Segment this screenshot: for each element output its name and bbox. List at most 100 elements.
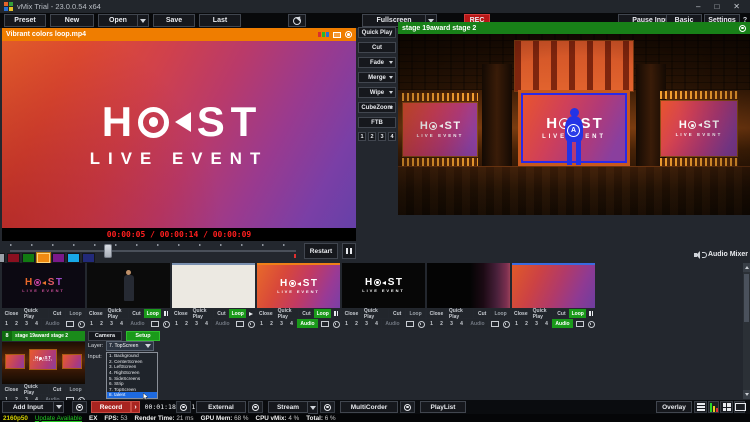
input-audio-button[interactable]: Audio: [42, 319, 63, 328]
monitor-icon[interactable]: [64, 319, 74, 328]
gear-icon[interactable]: [739, 25, 746, 32]
input-number-3[interactable]: 3: [22, 319, 31, 328]
gear-icon[interactable]: [500, 319, 510, 328]
scrollbar-thumb[interactable]: [744, 274, 749, 322]
input-close-button[interactable]: Close: [172, 309, 190, 318]
scroll-up-arrow[interactable]: [743, 263, 750, 272]
merge-button[interactable]: Merge: [358, 72, 396, 83]
input-close-button[interactable]: Close: [342, 309, 361, 318]
gear-icon[interactable]: [330, 319, 340, 328]
multicorder-button[interactable]: MultiCorder: [340, 401, 398, 413]
gear-icon[interactable]: [75, 319, 85, 328]
input-number-1[interactable]: 1: [342, 319, 351, 328]
preset-button[interactable]: Preset: [4, 14, 46, 27]
playlist-button[interactable]: PlayList: [420, 401, 466, 413]
input-close-button[interactable]: Close: [427, 309, 446, 318]
monitor-icon[interactable]: [319, 319, 329, 328]
input-loop-button[interactable]: Loop: [491, 309, 510, 318]
stream-dropdown-arrow[interactable]: [308, 401, 318, 414]
audio-meter-button[interactable]: [708, 401, 719, 413]
input-number-4[interactable]: 4: [287, 319, 296, 328]
input-cut-button[interactable]: Cut: [299, 309, 313, 318]
input-thumbnail[interactable]: HSTLIVE EVENT: [342, 263, 425, 308]
gear-icon[interactable]: [245, 319, 255, 328]
color-swatch[interactable]: [67, 253, 80, 263]
input-number-3[interactable]: 3: [107, 319, 116, 328]
slider-handle[interactable]: [104, 244, 112, 258]
external-display-button[interactable]: [734, 401, 745, 413]
cubezoom-button[interactable]: CubeZoom: [358, 102, 396, 113]
restart-button[interactable]: Restart: [304, 243, 338, 259]
overlay-2-button[interactable]: 2: [368, 132, 376, 141]
inputs-scrollbar[interactable]: [743, 263, 750, 399]
input-number-1[interactable]: 1: [257, 319, 266, 328]
input-number-2[interactable]: 2: [352, 319, 361, 328]
input-cut-button[interactable]: Cut: [49, 309, 65, 318]
input-quickplay-button[interactable]: Quick Play: [106, 309, 129, 318]
monitor-icon[interactable]: [234, 319, 244, 328]
overlay-4-button[interactable]: 4: [388, 132, 396, 141]
input-quickplay-button[interactable]: Quick Play: [276, 309, 299, 318]
monitor-icon[interactable]: [149, 319, 159, 328]
input-quickplay-button[interactable]: Quick Play: [22, 309, 48, 318]
menu-button[interactable]: [694, 401, 707, 413]
input-audio-button[interactable]: Audio: [382, 319, 403, 328]
record-settings-gear[interactable]: [72, 401, 87, 413]
input-thumbnail[interactable]: [172, 263, 255, 308]
input-quickplay-button[interactable]: Quick Play: [447, 309, 473, 318]
input-thumbnail[interactable]: HSTLIVE EVENT: [2, 263, 85, 308]
input-number-2[interactable]: 2: [267, 319, 276, 328]
input-audio-button[interactable]: Audio: [212, 319, 233, 328]
color-swatch[interactable]: [82, 253, 95, 263]
input-loop-button[interactable]: Loop: [569, 309, 586, 318]
scroll-down-arrow[interactable]: [743, 390, 750, 399]
input-quickplay-button[interactable]: Quick Play: [362, 309, 388, 318]
input-close-button[interactable]: Close: [2, 385, 21, 394]
minimize-button[interactable]: –: [696, 0, 700, 13]
audio-mixer-header[interactable]: Audio Mixer: [640, 248, 748, 261]
preview-pause-button[interactable]: [342, 243, 356, 259]
color-swatch[interactable]: [37, 253, 50, 263]
input-number-2[interactable]: 2: [97, 319, 106, 328]
close-button[interactable]: ✕: [733, 0, 740, 13]
input-number-1[interactable]: 1: [172, 319, 181, 328]
input-cut-button[interactable]: Cut: [129, 309, 143, 318]
color-swatch[interactable]: [7, 253, 20, 263]
input-thumbnail[interactable]: HSTLIVE EVENT: [2, 342, 85, 384]
input-loop-button[interactable]: Loop: [229, 309, 246, 318]
input-cut-button[interactable]: Cut: [214, 309, 228, 318]
input-thumbnail[interactable]: HSTLIVE EVENT: [257, 263, 340, 308]
input-number-1[interactable]: 1: [2, 319, 11, 328]
input-thumbnail[interactable]: [87, 263, 170, 308]
monitor-icon[interactable]: [489, 319, 499, 328]
external-settings-gear[interactable]: [176, 401, 191, 413]
talent-silhouette[interactable]: A: [563, 108, 585, 166]
program-input-label[interactable]: 8 stage 19award stage 2: [2, 331, 85, 341]
gear-icon[interactable]: [585, 319, 595, 328]
input-number-4[interactable]: 4: [202, 319, 211, 328]
maximize-button[interactable]: □: [714, 0, 719, 13]
input-close-button[interactable]: Close: [87, 309, 105, 318]
multiview-button[interactable]: [720, 401, 733, 413]
input-number-2[interactable]: 2: [182, 319, 191, 328]
input-loop-button[interactable]: Loop: [66, 385, 85, 394]
input-close-button[interactable]: Close: [2, 309, 21, 318]
input-close-button[interactable]: Close: [257, 309, 275, 318]
add-input-dropdown-arrow[interactable]: [54, 401, 64, 413]
input-number-3[interactable]: 3: [362, 319, 371, 328]
input-cut-button[interactable]: Cut: [474, 309, 490, 318]
record-button[interactable]: Record: [91, 401, 131, 413]
cut-button[interactable]: Cut: [358, 42, 396, 53]
input-number-4[interactable]: 4: [542, 319, 551, 328]
playlist-settings-gear[interactable]: [400, 401, 415, 413]
overlay-3-button[interactable]: 3: [378, 132, 386, 141]
update-available-link[interactable]: Update Available: [35, 415, 82, 422]
input-number-4[interactable]: 4: [32, 319, 41, 328]
input-thumbnail[interactable]: [512, 263, 595, 308]
color-swatch[interactable]: [22, 253, 35, 263]
quick-play-button[interactable]: Quick Play: [358, 27, 396, 38]
color-swatch[interactable]: [0, 253, 5, 263]
input-number-2[interactable]: 2: [437, 319, 446, 328]
color-swatch[interactable]: [52, 253, 65, 263]
input-number-1[interactable]: 1: [512, 319, 521, 328]
